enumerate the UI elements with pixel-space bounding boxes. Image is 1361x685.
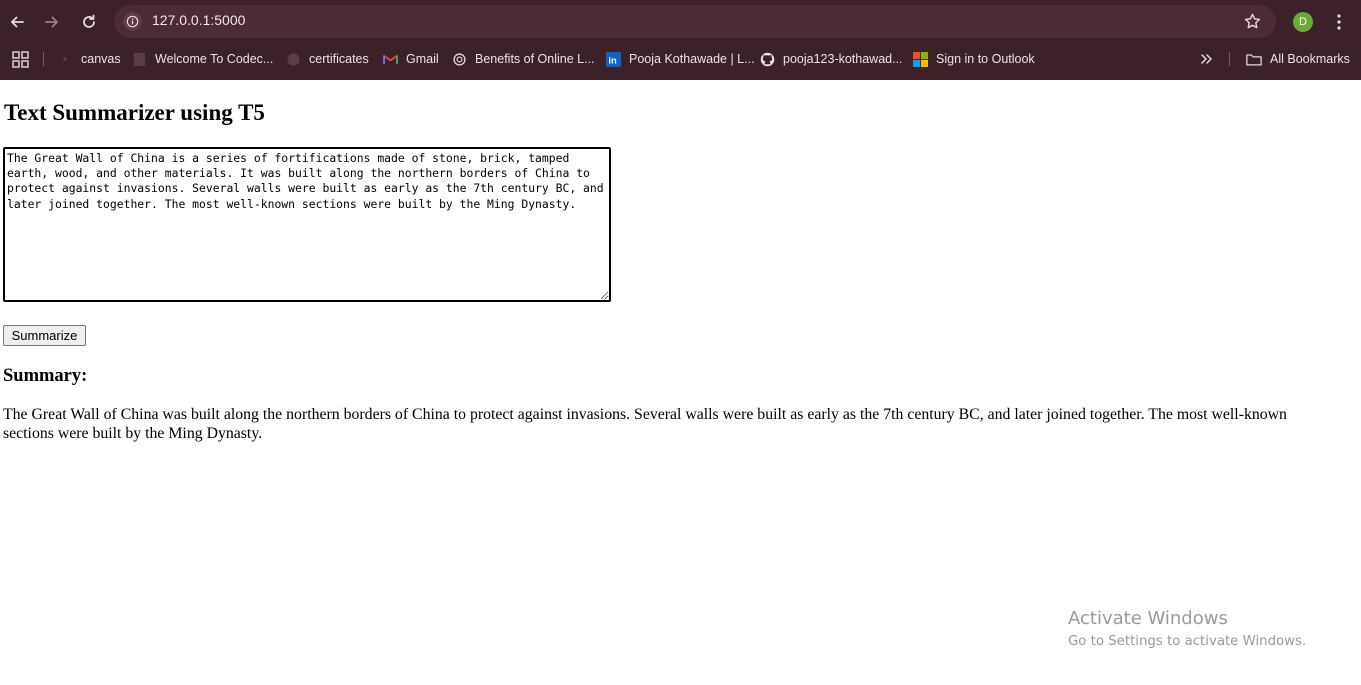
input-textarea[interactable]: The Great Wall of China is a series of f… [3,147,611,302]
bookmark-linkedin[interactable]: in Pooja Kothawade | L... [605,44,755,74]
back-button[interactable] [5,10,29,34]
url-text[interactable]: 127.0.0.1:5000 [152,12,245,28]
openai-icon [451,51,467,67]
browser-menu-button[interactable] [1329,11,1349,33]
summarize-button[interactable]: Summarize [3,325,86,346]
all-bookmarks-label: All Bookmarks [1270,52,1350,66]
browser-toolbar: 127.0.0.1:5000 D [0,0,1361,44]
address-bar[interactable]: 127.0.0.1:5000 [114,5,1276,38]
watermark-subtitle: Go to Settings to activate Windows. [1068,634,1307,649]
bookmarks-divider [43,52,44,66]
reload-button[interactable] [77,10,101,34]
bookmark-outlook[interactable]: Sign in to Outlook [912,44,1035,74]
canvas-icon [57,51,73,67]
back-arrow-icon [11,16,24,28]
page-content: Text Summarizer using T5 The Great Wall … [0,80,1361,685]
bookmark-benefits[interactable]: Benefits of Online L... [451,44,595,74]
bookmark-github[interactable]: pooja123-kothawad... [759,44,903,74]
summary-text: The Great Wall of China was built along … [3,406,1287,442]
bookmarks-bar: canvas Welcome To Codec... certificates … [0,44,1361,74]
site-info-icon[interactable] [123,12,142,31]
more-vert-icon [1337,14,1341,30]
bookmark-certificates[interactable]: certificates [285,44,369,74]
bookmark-canvas[interactable]: canvas [57,44,121,74]
reload-icon [83,14,95,28]
folder-icon [1246,51,1262,67]
summary-heading: Summary: [3,366,88,386]
linkedin-icon: in [605,51,621,67]
bookmark-label: Benefits of Online L... [475,52,595,66]
bookmark-label: canvas [81,52,121,66]
bookmark-star-icon[interactable] [1243,12,1262,31]
bookmarks-overflow-icon[interactable] [1198,50,1216,68]
forward-button[interactable] [40,10,64,34]
bookmarks-divider [1229,52,1230,66]
bookmark-codec[interactable]: Welcome To Codec... [131,44,273,74]
bookmark-label: Sign in to Outlook [936,52,1035,66]
apps-grid-icon[interactable] [12,51,29,68]
watermark-title: Activate Windows [1068,608,1228,629]
bookmark-label: Welcome To Codec... [155,52,274,66]
all-bookmarks-button[interactable]: All Bookmarks [1246,44,1350,74]
microsoft-icon [912,51,928,67]
svg-text:in: in [608,55,617,65]
globe-icon [285,51,301,67]
bookmark-label: Pooja Kothawade | L... [629,52,755,66]
page-icon [131,51,147,67]
page-title: Text Summarizer using T5 [4,100,265,125]
profile-avatar[interactable]: D [1293,12,1313,32]
forward-arrow-icon [45,16,58,28]
bookmark-gmail[interactable]: Gmail [382,44,439,74]
bookmark-label: pooja123-kothawad... [783,52,903,66]
browser-chrome: 127.0.0.1:5000 D canvas Welcome To Codec… [0,0,1361,80]
bookmark-label: certificates [309,52,369,66]
github-icon [759,51,775,67]
bookmark-label: Gmail [406,52,439,66]
gmail-icon [382,51,398,67]
activate-windows-watermark: Activate Windows Go to Settings to activ… [1068,608,1306,649]
